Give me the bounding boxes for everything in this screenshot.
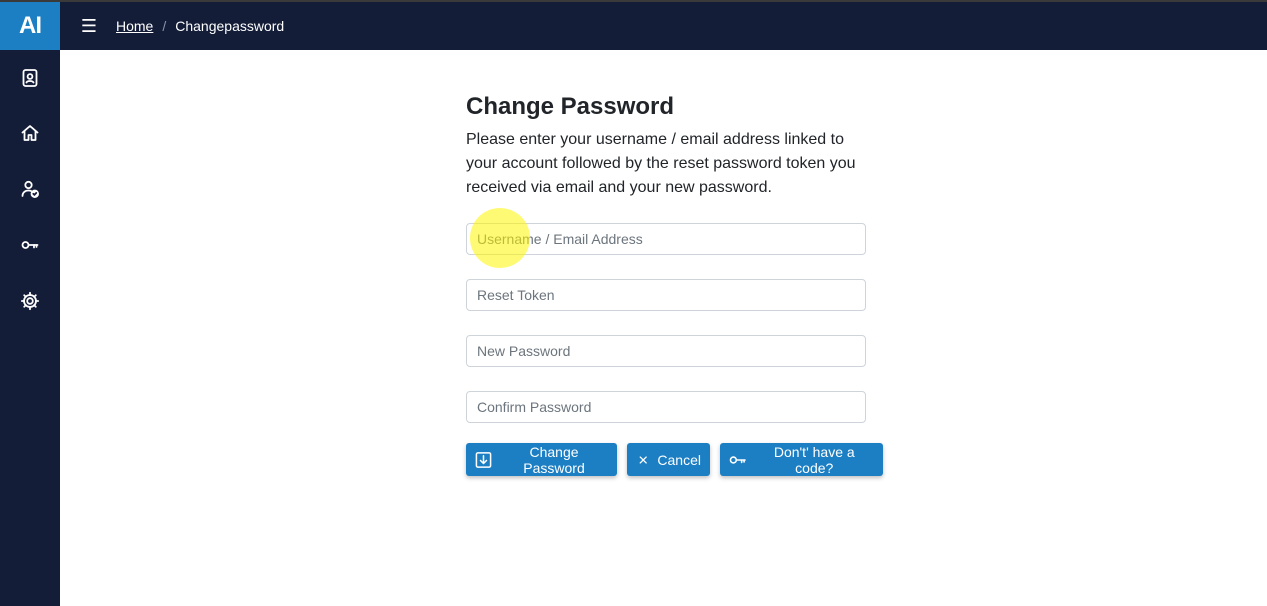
badge-icon[interactable] xyxy=(18,66,42,90)
app-logo[interactable]: AI xyxy=(0,2,60,50)
reset-token-input[interactable] xyxy=(466,279,866,311)
key-icon[interactable] xyxy=(18,233,42,257)
breadcrumb-separator: / xyxy=(162,18,167,34)
confirm-password-input[interactable] xyxy=(466,391,866,423)
sidebar xyxy=(0,50,60,606)
change-password-button[interactable]: Change Password xyxy=(466,443,617,476)
no-code-label: Don't' have a code? xyxy=(773,443,855,476)
new-password-input[interactable] xyxy=(466,335,866,367)
form-description: Please enter your username / email addre… xyxy=(466,131,856,196)
hamburger-menu-icon[interactable]: ☰ xyxy=(78,14,100,38)
top-navbar: AI ☰ Home / Changepassword xyxy=(0,2,1267,50)
breadcrumb: Home / Changepassword xyxy=(116,2,284,50)
username-email-input[interactable] xyxy=(466,223,866,255)
cancel-button[interactable]: Cancel xyxy=(627,443,710,476)
key-icon xyxy=(729,455,746,464)
cancel-label: Cancel xyxy=(657,451,701,468)
home-icon[interactable] xyxy=(18,121,42,145)
no-code-button[interactable]: Don't' have a code? xyxy=(720,443,883,476)
close-icon xyxy=(639,455,647,464)
breadcrumb-current: Changepassword xyxy=(175,18,285,34)
change-password-form: Change Password Please enter your userna… xyxy=(466,92,886,476)
change-password-label: Change Password xyxy=(523,443,585,476)
breadcrumb-home-link[interactable]: Home xyxy=(116,18,153,34)
gear-icon[interactable] xyxy=(18,289,42,313)
page-title: Change Password xyxy=(466,93,675,120)
user-check-icon[interactable] xyxy=(18,177,42,201)
download-box-icon xyxy=(475,451,492,468)
